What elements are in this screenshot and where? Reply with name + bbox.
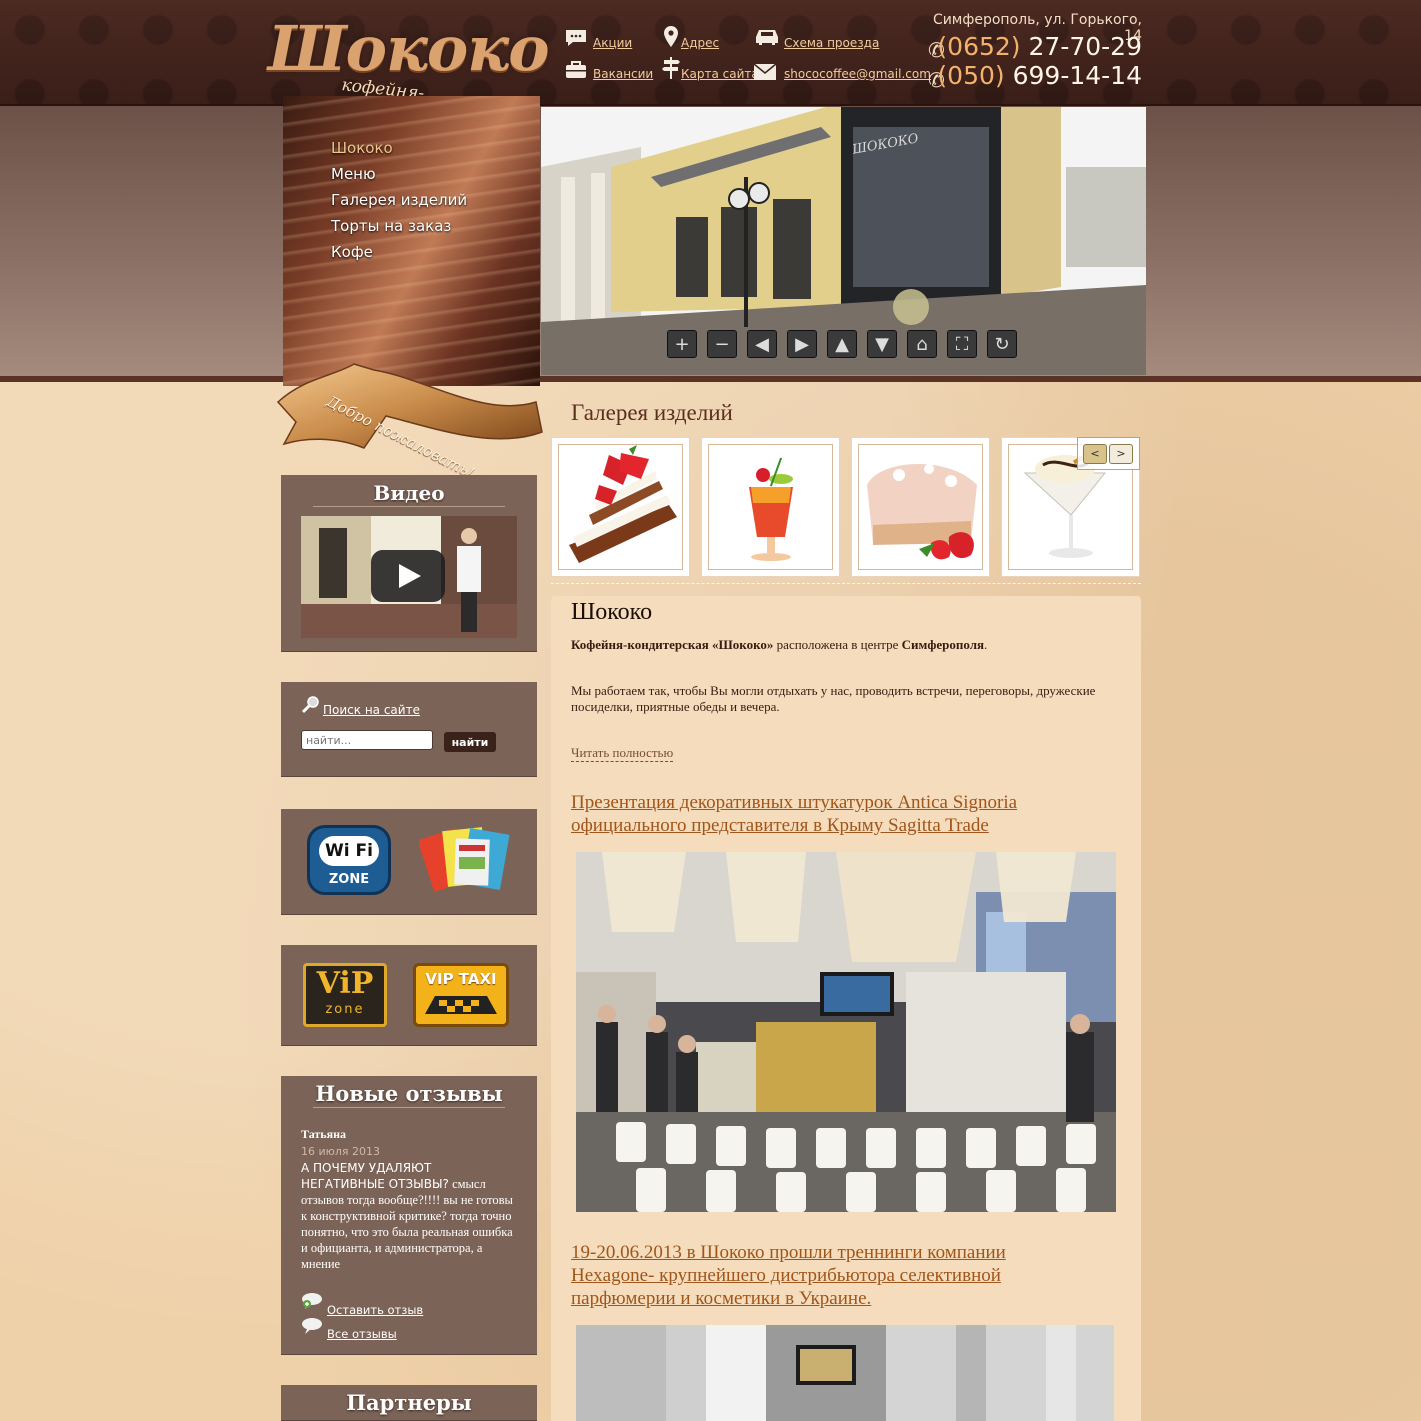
vip-zone-badge[interactable]: ViP zone bbox=[303, 963, 387, 1027]
vip-taxi-badge[interactable]: VIP TAXI bbox=[413, 963, 509, 1027]
magazines-icon[interactable] bbox=[417, 823, 519, 902]
add-comment-icon bbox=[301, 1292, 323, 1315]
address-link[interactable]: Адрес bbox=[681, 36, 719, 50]
reviews-box: Новые отзывы Татьяна 16 июля 2013 А ПОЧЕ… bbox=[281, 1076, 537, 1355]
cocktail-image bbox=[749, 457, 793, 561]
promo-link[interactable]: Акции bbox=[593, 36, 632, 50]
divider bbox=[551, 583, 1141, 584]
envelope-icon bbox=[753, 62, 777, 82]
sitemap-link[interactable]: Карта сайта bbox=[681, 67, 759, 81]
car-icon bbox=[752, 27, 782, 47]
wifi-label: Wi Fi bbox=[319, 836, 379, 866]
play-button[interactable] bbox=[371, 550, 445, 602]
about-paragraph-2: Мы работаем так, чтобы Вы могли отдыхать… bbox=[571, 683, 1096, 714]
fullscreen-button[interactable]: ⛶ bbox=[947, 330, 977, 358]
divider bbox=[313, 1107, 505, 1108]
review-author: Татьяна bbox=[301, 1127, 347, 1141]
phone-number-2[interactable]: (050) 699-14-14 bbox=[930, 61, 1142, 90]
gallery-thumb[interactable] bbox=[851, 437, 990, 577]
rotate-button[interactable]: ↻ bbox=[987, 330, 1017, 358]
vacancies-link[interactable]: Вакансии bbox=[593, 67, 653, 81]
magnifier-icon bbox=[301, 695, 321, 720]
chat-icon bbox=[564, 28, 588, 48]
presentation-photo bbox=[576, 852, 1116, 1212]
partners-box: Партнеры bbox=[281, 1385, 537, 1421]
nav-item-cakes[interactable]: Торты на заказ bbox=[331, 217, 451, 235]
divider bbox=[313, 506, 505, 507]
pan-left-button[interactable]: ◀ bbox=[747, 330, 777, 358]
nav-item-shokoko[interactable]: Шококо bbox=[331, 139, 393, 157]
gallery-next-button[interactable]: > bbox=[1109, 444, 1133, 464]
zoom-in-button[interactable]: + bbox=[667, 330, 697, 358]
nav-panel bbox=[283, 96, 540, 386]
vip-box: ViP zone VIP TAXI bbox=[281, 945, 537, 1046]
video-box: Видео bbox=[281, 475, 537, 652]
article-title-link[interactable]: 19-20.06.2013 в Шококо прошли треннинги … bbox=[571, 1241, 1091, 1310]
search-box: Поиск на сайте найти bbox=[281, 682, 537, 777]
read-more-link[interactable]: Читать полностью bbox=[571, 745, 674, 762]
wifi-box: Wi Fi ZONE bbox=[281, 809, 537, 915]
video-title: Видео bbox=[373, 481, 445, 505]
search-button[interactable]: найти bbox=[444, 732, 496, 752]
article-image[interactable] bbox=[576, 1325, 1114, 1421]
wifi-zone-text: ZONE bbox=[328, 872, 370, 887]
review-text-rest: смысл отзывов тогда вообще?!!!! вы не го… bbox=[301, 1177, 513, 1271]
email-link[interactable]: shococoffee@gmail.com bbox=[784, 67, 931, 81]
zoom-out-button[interactable]: − bbox=[707, 330, 737, 358]
leave-review-link[interactable]: Оставить отзыв bbox=[327, 1303, 423, 1317]
logo-wordmark: Шококо bbox=[268, 12, 550, 85]
video-player[interactable] bbox=[301, 516, 517, 638]
dessert-image bbox=[569, 445, 677, 563]
vip-zone-subtitle: zone bbox=[325, 1002, 365, 1017]
article-title-link[interactable]: Презентация декоративных штукатурок Anti… bbox=[571, 791, 1091, 837]
pan-down-button[interactable]: ▼ bbox=[867, 330, 897, 358]
review-text: А ПОЧЕМУ УДАЛЯЮТ НЕГАТИВНЫЕ ОТЗЫВЫ? смыс… bbox=[301, 1160, 517, 1272]
partners-title: Партнеры bbox=[346, 1390, 472, 1415]
briefcase-icon bbox=[564, 60, 588, 80]
article-image[interactable] bbox=[576, 852, 1116, 1212]
taxi-checker-icon bbox=[425, 996, 497, 1014]
nav-item-gallery[interactable]: Галерея изделий bbox=[331, 191, 467, 209]
about-title: Шококо bbox=[571, 599, 653, 625]
gallery-title: Галерея изделий bbox=[571, 400, 733, 425]
wifi-zone-badge[interactable]: Wi Fi ZONE bbox=[307, 825, 391, 895]
route-link[interactable]: Схема проезда bbox=[784, 36, 879, 50]
review-date: 16 июля 2013 bbox=[301, 1145, 381, 1158]
all-reviews-link[interactable]: Все отзывы bbox=[327, 1327, 397, 1341]
home-button[interactable]: ⌂ bbox=[907, 330, 937, 358]
nav-item-coffee[interactable]: Кофе bbox=[331, 243, 373, 261]
cake-image bbox=[867, 463, 977, 560]
vip-zone-title: ViP bbox=[316, 966, 374, 1001]
nav-item-menu[interactable]: Меню bbox=[331, 165, 376, 183]
map-pin-icon bbox=[659, 26, 683, 47]
gallery-thumb[interactable] bbox=[701, 437, 840, 577]
review-text-caps: А ПОЧЕМУ УДАЛЯЮТ НЕГАТИВНЫЕ ОТЗЫВЫ? bbox=[301, 1161, 449, 1191]
search-input[interactable] bbox=[301, 730, 433, 750]
gallery-thumb[interactable] bbox=[551, 437, 690, 577]
pan-up-button[interactable]: ▲ bbox=[827, 330, 857, 358]
reviews-title: Новые отзывы bbox=[315, 1081, 503, 1106]
phone-number-1[interactable]: (0652) 27-70-29 bbox=[930, 32, 1142, 61]
gallery-prev-button[interactable]: < bbox=[1083, 444, 1107, 464]
comments-icon bbox=[301, 1317, 323, 1340]
header-band bbox=[0, 0, 1421, 106]
play-icon bbox=[399, 564, 421, 588]
gallery-nav: < > bbox=[1077, 437, 1140, 470]
pan-right-button[interactable]: ▶ bbox=[787, 330, 817, 358]
about-paragraph-1: Кофейня-кондитерская «Шококо» расположен… bbox=[571, 637, 988, 652]
site-search-link[interactable]: Поиск на сайте bbox=[323, 703, 420, 717]
training-photo bbox=[576, 1325, 1114, 1421]
vip-taxi-label: VIP TAXI bbox=[425, 970, 497, 988]
signpost-icon bbox=[659, 57, 683, 79]
